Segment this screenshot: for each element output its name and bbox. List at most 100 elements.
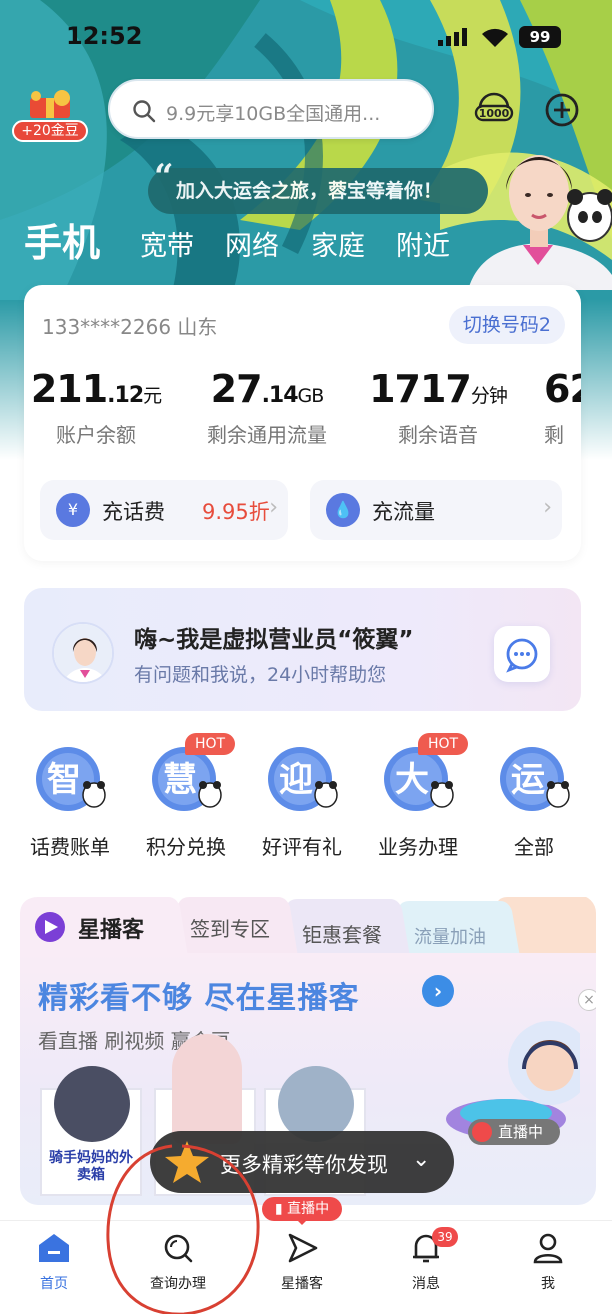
stat-data[interactable]: 27.14GB 剩余通用流量 (187, 367, 347, 448)
hotline-10000-icon[interactable]: 1000 (474, 92, 514, 126)
stat-decimal: .12 (107, 383, 144, 408)
stat-label: 账户余额 (56, 423, 136, 447)
search-icon (164, 1234, 193, 1263)
battery-icon: 99 (519, 26, 561, 48)
arrow-right-icon[interactable]: › (422, 975, 454, 1007)
svg-text:1000: 1000 (479, 107, 510, 120)
add-icon[interactable] (544, 92, 580, 128)
search-bar[interactable]: 9.9元享10GB全国通用... (108, 79, 434, 139)
recharge-credit-button[interactable]: ¥ 充话费 9.95折 › (40, 480, 288, 540)
tab-plans[interactable]: 钜惠套餐 (302, 919, 382, 948)
nav-label: 消息 (412, 1276, 440, 1292)
nav-xingboke[interactable]: 星播客 (252, 1231, 352, 1293)
tab-checkin[interactable]: 签到专区 (190, 913, 270, 942)
nav-home[interactable]: 首页 (4, 1231, 104, 1293)
account-card: 133****2266 山东 切换号码2 211.12元 账户余额 27.14G… (24, 285, 581, 561)
stat-value: 27 (210, 367, 263, 411)
stat-label: 剩余通用流量 (207, 423, 327, 447)
stat-decimal: .14 (261, 383, 299, 408)
nav-label: 星播客 (281, 1276, 323, 1292)
svg-text:慧: 慧 (163, 760, 197, 800)
xingboke-title: 星播客 (78, 918, 145, 943)
coin-badge: +20金豆 (12, 120, 88, 142)
stat-more[interactable]: 62 剩 (544, 367, 581, 448)
discount-label: 9.95折 (202, 500, 270, 524)
stat-label: 剩 (544, 423, 564, 447)
discover-more-text: 更多精彩等你发现 (220, 1153, 388, 1177)
virtual-assistant-banner[interactable]: 嗨~我是虚拟营业员“筱翼” 有问题和我说，24小时帮助您 (24, 588, 581, 711)
chevron-down-icon: ⌄ (412, 1147, 431, 1172)
slogan-bubble: “加入大运会之旅，蓉宝等着你！ (148, 157, 488, 214)
service-all[interactable]: 运 全部 (476, 745, 592, 860)
thumbnail-caption: 骑手妈妈的外卖箱 (49, 1150, 133, 1183)
data-recharge-label: 充流量 (372, 500, 435, 524)
service-business[interactable]: 大 业务办理 (360, 745, 476, 860)
virtual-agent-illustration (468, 155, 612, 290)
switch-number-button[interactable]: 切换号码2 (448, 306, 565, 344)
assistant-avatar (52, 622, 114, 684)
video-thumbnail[interactable]: 骑手妈妈的外卖箱 (40, 1066, 142, 1196)
tab-broadband[interactable]: 宽带 (140, 224, 194, 263)
nav-live-pointer (296, 1219, 308, 1225)
discover-more-button[interactable]: 更多精彩等你发现 ⌄ (150, 1131, 454, 1193)
nav-label: 我 (541, 1276, 555, 1292)
nav-label: 首页 (40, 1276, 68, 1292)
stat-unit: 分钟 (470, 385, 508, 407)
droplet-icon: 💧 (326, 493, 360, 527)
svg-text:运: 运 (511, 760, 545, 800)
assistant-title: 嗨~我是虚拟营业员“筱翼” (134, 627, 414, 653)
play-icon (288, 1233, 318, 1263)
chat-button[interactable] (494, 626, 550, 682)
live-bars-icon: ▮ (274, 1201, 288, 1217)
tab-family[interactable]: 家庭 (311, 224, 365, 263)
tab-network[interactable]: 网络 (225, 224, 279, 263)
search-placeholder: 9.9元享10GB全国通用... (166, 103, 381, 125)
thumbnail-image (54, 1066, 130, 1142)
recharge-data-button[interactable]: 💧 充流量 › (310, 480, 562, 540)
message-count-badge: 39 (432, 1227, 458, 1247)
chat-icon (506, 638, 538, 673)
star-icon (165, 1141, 209, 1183)
service-points[interactable]: 慧 积分兑换 (128, 745, 244, 860)
nav-me[interactable]: 我 (498, 1231, 598, 1293)
panda-badge-icon: 大 (384, 747, 454, 811)
coin-reward-button[interactable]: +20金豆 (12, 88, 88, 142)
panda-badge-icon: 运 (500, 747, 570, 811)
service-label: 好评有礼 (262, 835, 342, 859)
search-icon (133, 100, 156, 123)
service-review[interactable]: 迎 好评有礼 (244, 745, 360, 860)
xingboke-logo-icon (35, 912, 65, 942)
hot-badge: HOT (418, 733, 468, 755)
stat-unit: GB (297, 385, 325, 407)
phone-number: 133****2266 山东 (42, 315, 218, 339)
panda-badge-icon: 慧 (152, 747, 222, 811)
stat-voice[interactable]: 1717分钟 剩余语音 (358, 367, 518, 448)
status-bar: 12:52 99 (0, 22, 612, 52)
hot-badge: HOT (185, 733, 235, 755)
service-label: 业务办理 (378, 835, 458, 859)
nav-query[interactable]: 查询办理 (128, 1231, 228, 1293)
stat-value: 1717 (369, 367, 472, 411)
svg-text:智: 智 (47, 760, 81, 800)
service-label: 积分兑换 (146, 835, 226, 859)
chevron-right-icon: › (269, 495, 278, 520)
tab-data-boost[interactable]: 流量加油 (414, 923, 486, 949)
panda-badge-icon: 智 (36, 747, 106, 811)
gift-icon (30, 90, 70, 118)
nav-label: 查询办理 (150, 1276, 206, 1292)
nav-messages[interactable]: 消息 (376, 1231, 476, 1293)
bottom-nav: 首页 查询办理 星播客 消息 我 (0, 1220, 612, 1314)
recharge-label: 充话费 (102, 500, 165, 524)
service-label: 全部 (514, 835, 554, 859)
stat-label: 剩余语音 (398, 423, 478, 447)
home-icon (39, 1234, 69, 1262)
service-label: 话费账单 (30, 835, 110, 859)
live-icon (472, 1122, 492, 1142)
tab-nearby[interactable]: 附近 (396, 224, 450, 263)
yuan-icon: ¥ (56, 493, 90, 527)
service-bill[interactable]: 智 话费账单 (12, 745, 128, 860)
tab-phone[interactable]: 手机 (24, 212, 100, 267)
thumbnail-image (172, 1034, 242, 1144)
close-icon[interactable]: × (578, 989, 596, 1011)
stat-balance[interactable]: 211.12元 账户余额 (24, 367, 176, 448)
